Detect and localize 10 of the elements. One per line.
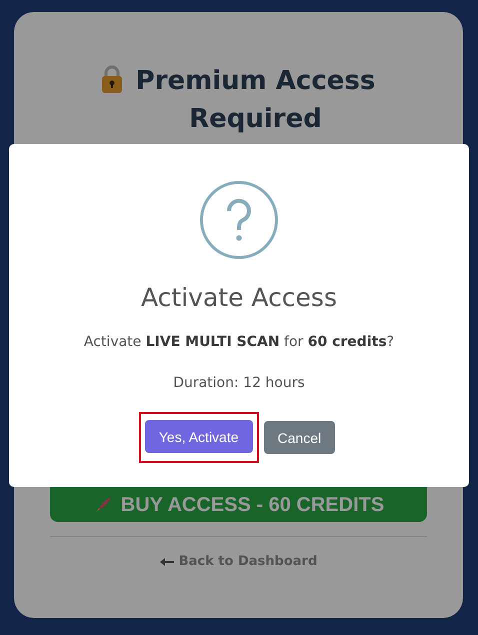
- padlock-icon: [100, 64, 124, 94]
- confirm-button[interactable]: Yes, Activate: [144, 420, 253, 453]
- question-mark-icon: [199, 180, 279, 260]
- back-to-dashboard-link[interactable]: Back to Dashboard: [160, 554, 318, 569]
- dialog-title: Activate Access: [141, 282, 337, 314]
- duration-text: Duration: 12 hours: [173, 374, 305, 393]
- cancel-button[interactable]: Cancel: [264, 421, 336, 454]
- dialog-message: Activate LIVE MULTI SCAN for 60 credits?: [84, 333, 394, 352]
- page-title: Premium Access Required: [134, 65, 376, 136]
- left-arrow-icon: [160, 556, 174, 566]
